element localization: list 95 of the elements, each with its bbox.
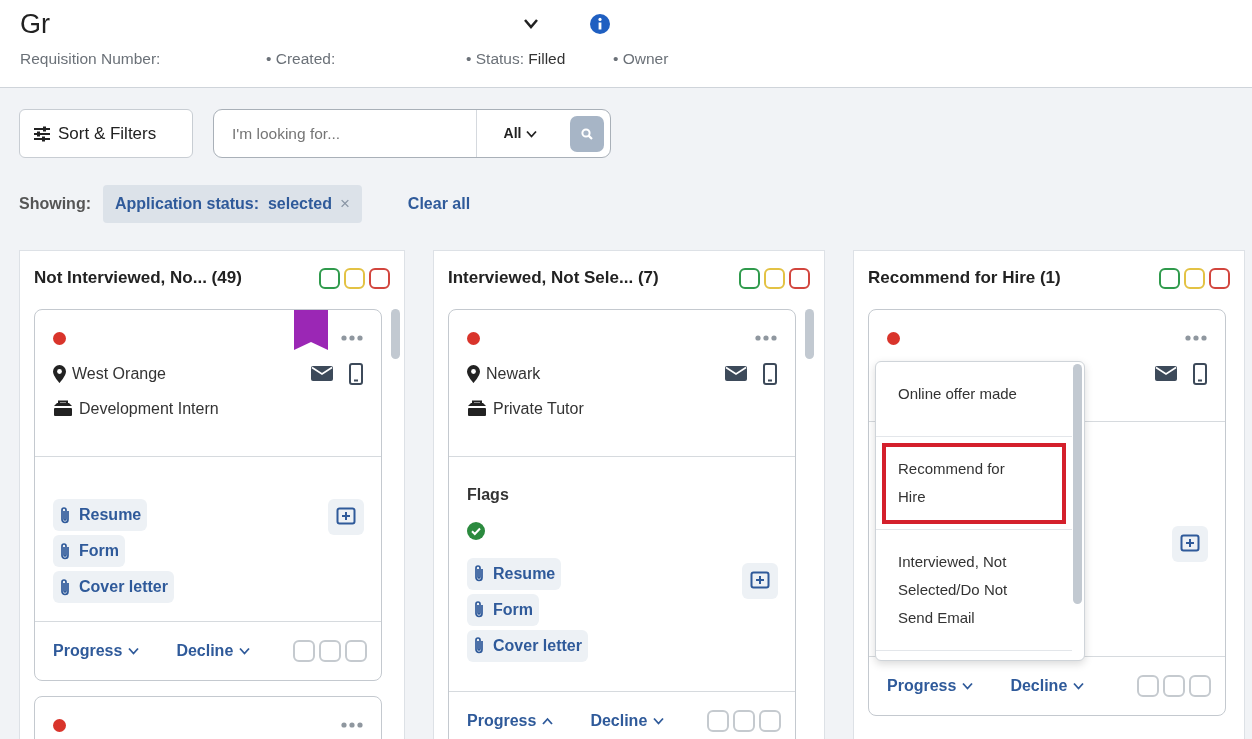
meta-label: Requisition Number: [20, 50, 161, 67]
scrollbar-thumb[interactable] [805, 309, 814, 359]
add-note-button[interactable] [1172, 526, 1208, 562]
progress-dropdown[interactable]: Progress [887, 674, 974, 698]
sliders-icon [33, 125, 51, 142]
column-title: Interviewed, Not Sele... (7) [448, 267, 659, 290]
add-note-button[interactable] [328, 499, 364, 535]
checkbox[interactable] [1163, 675, 1185, 697]
more-icon[interactable] [1185, 335, 1207, 341]
plus-square-icon [1180, 534, 1200, 554]
menu-item[interactable]: Interviewed, Not Selected/Do Not Send Email [876, 530, 1072, 651]
color-filter-checkbox[interactable] [789, 267, 810, 289]
column-title: Recommend for Hire (1) [868, 267, 1061, 290]
attachment-link[interactable]: Resume [53, 499, 148, 531]
attachment-link[interactable]: Form [467, 593, 539, 626]
location-text: West Orange [72, 363, 166, 384]
chevron-down-icon[interactable] [523, 18, 539, 30]
chevron-down-icon [128, 647, 140, 655]
scope-dropdown[interactable]: All [476, 110, 564, 157]
checkbox[interactable] [707, 710, 729, 732]
chevron-down-icon [526, 129, 538, 138]
search-icon [581, 127, 593, 140]
page-title: Gr [20, 8, 51, 41]
phone-icon[interactable] [349, 362, 363, 385]
location-text: Newark [486, 363, 541, 384]
chevron-up-icon [542, 717, 554, 725]
more-icon[interactable] [755, 335, 777, 341]
search-field[interactable]: I'm looking for... All [213, 109, 611, 158]
decline-dropdown[interactable]: Decline [176, 639, 251, 663]
plus-square-icon [750, 571, 770, 591]
color-filter-checkbox[interactable] [1159, 267, 1180, 289]
menu-item[interactable]: Online offer made [876, 362, 1072, 437]
chip-label: Application status: selected [115, 194, 332, 214]
location-pin-icon [53, 364, 66, 383]
attachment-link[interactable]: Form [53, 535, 125, 567]
paperclip-icon [59, 505, 71, 525]
chevron-down-icon [962, 682, 974, 690]
mail-icon[interactable] [1155, 366, 1177, 381]
briefcase-icon [53, 400, 73, 417]
color-filter-checkbox[interactable] [319, 267, 340, 289]
more-icon[interactable] [341, 722, 363, 728]
color-filter-checkbox[interactable] [764, 267, 785, 289]
scrollbar-thumb[interactable] [391, 309, 400, 359]
flags-heading: Flags [467, 485, 510, 505]
attachment-link[interactable]: Cover letter [467, 629, 588, 662]
chevron-down-icon [239, 647, 251, 655]
meta-label: • Owner [613, 50, 669, 67]
scrollbar-thumb[interactable] [1073, 364, 1082, 604]
paperclip-icon [59, 541, 71, 561]
sort-filters-button[interactable]: Sort & Filters [19, 109, 193, 158]
meta-label: • Created: [266, 50, 336, 67]
paperclip-icon [59, 577, 71, 597]
location-pin-icon [467, 364, 480, 383]
paperclip-icon [473, 636, 485, 655]
bookmark-icon[interactable] [294, 310, 328, 350]
plus-square-icon [336, 507, 356, 527]
decline-dropdown[interactable]: Decline [1010, 674, 1085, 698]
column-title: Not Interviewed, No... (49) [34, 267, 242, 290]
chevron-down-icon [653, 717, 665, 725]
paperclip-icon [473, 600, 485, 619]
color-filter-checkbox[interactable] [1209, 267, 1230, 289]
filter-label: Showing: [19, 194, 91, 214]
progress-dropdown[interactable]: Progress [53, 639, 140, 663]
clear-all-link[interactable]: Clear all [407, 192, 471, 216]
checkbox[interactable] [733, 710, 755, 732]
search-button[interactable] [570, 115, 604, 152]
chevron-down-icon [1073, 682, 1085, 690]
checkbox[interactable] [1189, 675, 1211, 697]
meta-value: Filled [528, 50, 566, 67]
mail-icon[interactable] [725, 366, 747, 381]
color-filter-checkbox[interactable] [344, 267, 365, 289]
add-note-button[interactable] [742, 563, 778, 599]
more-icon[interactable] [341, 335, 363, 341]
meta-label: • Status: [466, 50, 524, 67]
phone-icon[interactable] [763, 362, 777, 385]
menu-item[interactable]: Recommend for Hire [876, 437, 1072, 530]
color-filter-checkbox[interactable] [1184, 267, 1205, 289]
paperclip-icon [473, 564, 485, 583]
mail-icon[interactable] [311, 366, 333, 381]
info-icon[interactable] [590, 14, 610, 34]
progress-dropdown[interactable]: Progress [467, 709, 554, 733]
attachment-link[interactable]: Cover letter [53, 571, 174, 603]
checkbox[interactable] [319, 640, 341, 662]
checkbox[interactable] [1137, 675, 1159, 697]
checkbox[interactable] [345, 640, 367, 662]
color-filter-checkbox[interactable] [739, 267, 760, 289]
briefcase-icon [467, 400, 487, 417]
job-title: Development Intern [79, 398, 219, 419]
color-filter-checkbox[interactable] [369, 267, 390, 289]
checkbox[interactable] [759, 710, 781, 732]
decline-dropdown[interactable]: Decline [590, 709, 665, 733]
phone-icon[interactable] [1193, 362, 1207, 385]
checkbox[interactable] [293, 640, 315, 662]
attachment-link[interactable]: Resume [467, 557, 562, 590]
job-title: Private Tutor [493, 398, 584, 419]
